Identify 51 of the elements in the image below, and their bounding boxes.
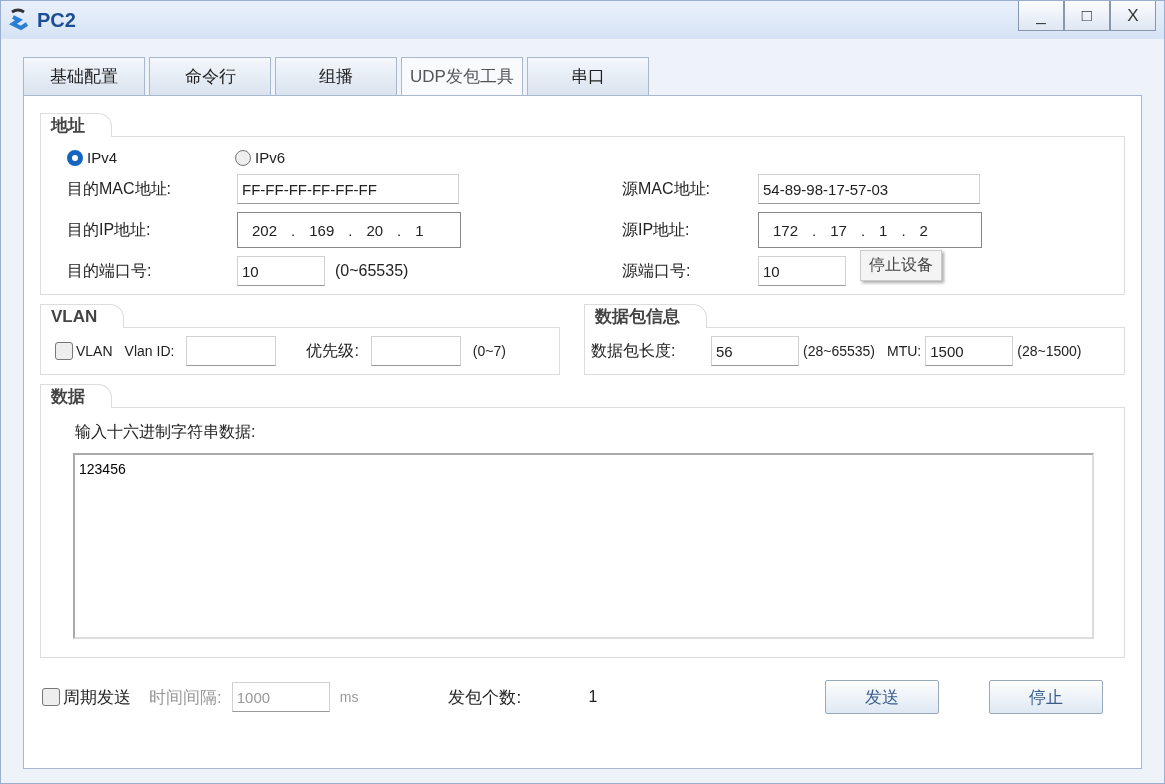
stop-button[interactable]: 停止 [989,680,1103,714]
field-label: 源端口号: [622,260,692,281]
field-label: 数据包长度: [591,340,677,361]
length-field[interactable]: 56 [711,336,799,366]
unit-label: ms [339,689,359,705]
field-label: 源IP地址: [622,219,691,240]
field-label: 目的MAC地址: [67,178,172,199]
radio-option[interactable]: IPv6 [235,149,403,166]
group-title: VLAN [40,304,125,328]
tab[interactable]: UDP发包工具 [401,57,523,95]
field-label: Vlan ID: [124,343,175,359]
send-button[interactable]: 发送 [825,680,939,714]
tooltip: 停止设备 [860,250,942,281]
port-field[interactable]: 10 [758,256,846,286]
window-title: PC2 [37,8,77,32]
range-hint: (28~1500) [1017,343,1082,359]
field-label: 发包个数: [448,686,523,709]
radio-option[interactable]: IPv4 [67,149,235,166]
range-hint: (28~65535) [803,343,875,359]
field-label: 时间间隔: [149,686,222,709]
ip-field[interactable]: 172 . 17 . 1 . 2 [758,212,982,248]
group-title: 数据 [40,384,112,408]
range-hint: (0~7) [472,343,506,359]
vlan-id-field[interactable] [186,336,277,366]
tab[interactable]: 命令行 [149,57,271,95]
field-label: 目的端口号: [67,260,153,281]
tab[interactable]: 组播 [275,57,397,95]
mac-field[interactable]: 54-89-98-17-57-03 [758,174,980,204]
periodic-checkbox[interactable]: 周期发送 [42,685,131,709]
close-button[interactable]: X [1110,1,1156,31]
mtu-field[interactable]: 1500 [925,336,1014,366]
mac-field[interactable]: FF-FF-FF-FF-FF-FF [237,174,459,204]
count-value: 1 [588,688,598,706]
priority-field[interactable] [370,336,461,366]
range-hint: (0~65535) [335,262,409,280]
network-icon [9,8,31,32]
tab[interactable]: 基础配置 [23,57,145,95]
field-label: 优先级: [306,340,359,361]
tab[interactable]: 串口 [527,57,649,95]
vlan-checkbox[interactable]: VLAN [55,342,113,360]
field-label: MTU: [887,343,922,359]
port-field[interactable]: 10 [237,256,325,286]
data-textarea[interactable]: 123456 [73,453,1094,639]
group-title: 地址 [40,113,112,137]
ip-field[interactable]: 202 . 169 . 20 . 1 [237,212,461,248]
maximize-button[interactable]: □ [1064,1,1110,31]
group-title: 数据包信息 [584,304,707,328]
minimize-button[interactable]: _ [1018,1,1064,31]
data-prompt: 输入十六进制字符串数据: [75,422,257,442]
field-label: 目的IP地址: [67,219,152,240]
field-label: 源MAC地址: [622,178,711,199]
